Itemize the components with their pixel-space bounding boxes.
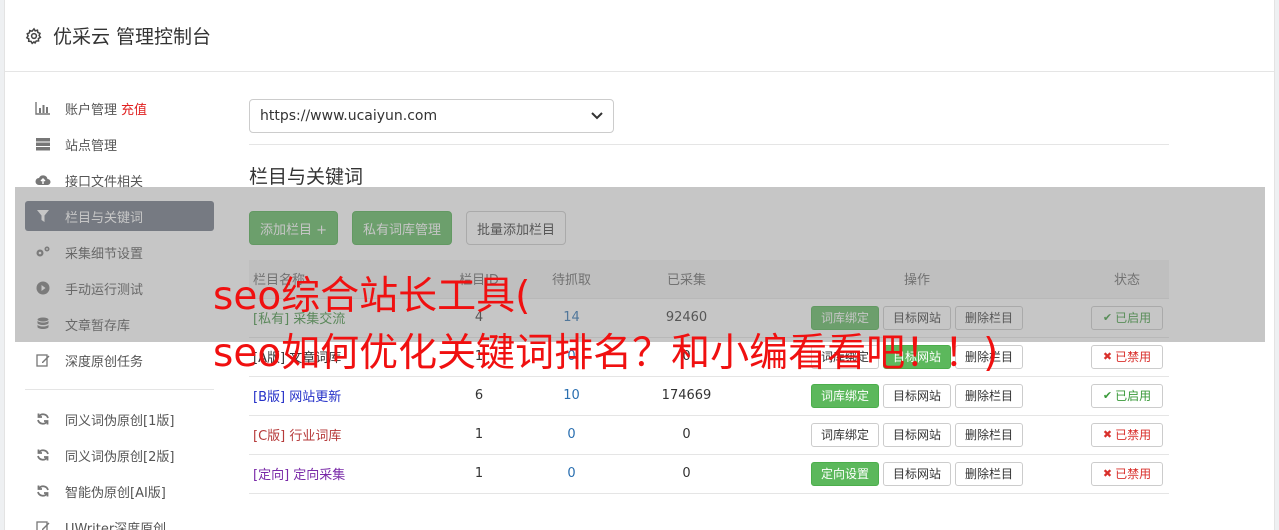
- refresh-icon: [35, 447, 51, 463]
- column-name-cell[interactable]: [定向] 定向采集: [249, 453, 439, 494]
- divider: [249, 144, 1169, 145]
- status-label: 已禁用: [1115, 350, 1152, 364]
- check-icon: ✔: [1102, 389, 1113, 402]
- bind-lexicon-button[interactable]: 词库绑定: [810, 383, 879, 408]
- column-name[interactable]: 网站更新: [289, 390, 341, 405]
- column-name-cell[interactable]: [B版] 网站更新: [249, 375, 439, 415]
- table-row: [定向] 定向采集 1 0 0 定向设置 目标网站 删除栏目 ✖ 已禁用: [249, 453, 1169, 494]
- table-row: [C版] 行业词库 1 0 0 词库绑定 目标网站 删除栏目 ✖ 已禁用: [249, 414, 1169, 454]
- target-site-button[interactable]: 目标网站: [882, 383, 951, 408]
- refresh-icon: [35, 411, 51, 427]
- row-actions: 定向设置 目标网站 删除栏目: [749, 461, 1085, 486]
- delete-column-button[interactable]: 删除栏目: [955, 383, 1024, 408]
- status-toggle[interactable]: ✖ 已禁用: [1091, 461, 1163, 486]
- sidebar-item-deep-original[interactable]: 深度原创任务: [25, 345, 214, 375]
- sidebar-item-label: 同义词伪原创[1版]: [65, 413, 175, 429]
- edit-icon: [35, 519, 51, 530]
- sidebar-item-uwriter[interactable]: UWriter深度原创: [25, 512, 214, 530]
- gear-icon: [25, 27, 42, 44]
- column-tag: [C版]: [253, 429, 286, 444]
- watermark-overlay: [15, 187, 1265, 342]
- x-icon: ✖: [1102, 350, 1113, 363]
- row-actions: 词库绑定 目标网站 删除栏目: [749, 383, 1085, 408]
- recharge-link[interactable]: 充值: [121, 99, 147, 118]
- section-title: 栏目与关键词: [249, 166, 364, 188]
- delete-column-button[interactable]: 删除栏目: [955, 461, 1024, 486]
- app-title: 优采云 管理控制台: [53, 26, 212, 48]
- sidebar-item-label: 智能伪原创[AI版]: [65, 485, 166, 501]
- target-site-button[interactable]: 目标网站: [882, 422, 951, 447]
- status-label: 已禁用: [1115, 428, 1152, 442]
- sidebar-item-label: 深度原创任务: [65, 354, 144, 370]
- sidebar-item-label: 站点管理: [65, 138, 118, 154]
- sidebar-item-account[interactable]: 账户管理 充值: [25, 93, 214, 123]
- collected-count: 0: [624, 453, 749, 494]
- x-icon: ✖: [1102, 428, 1113, 441]
- sidebar-item-label: 账户管理: [65, 102, 118, 118]
- status-toggle[interactable]: ✖ 已禁用: [1091, 344, 1163, 369]
- chevron-down-icon: [591, 112, 603, 120]
- refresh-icon: [35, 483, 51, 499]
- pending-count[interactable]: 10: [563, 388, 580, 403]
- status-toggle[interactable]: ✖ 已禁用: [1091, 422, 1163, 447]
- row-actions: 词库绑定 目标网站 删除栏目: [749, 422, 1085, 447]
- column-id: 1: [439, 414, 519, 454]
- status-label: 已启用: [1115, 389, 1152, 403]
- sidebar-item-sites[interactable]: 站点管理: [25, 129, 214, 159]
- cloud-upload-icon: [35, 172, 51, 188]
- sidebar-item-synonym-v1[interactable]: 同义词伪原创[1版]: [25, 404, 214, 434]
- collected-count: 174669: [624, 375, 749, 415]
- watermark-line-1: seo综合站长工具(: [213, 274, 531, 319]
- column-id: 6: [439, 375, 519, 415]
- app-header: 优采云 管理控制台: [5, 0, 1274, 72]
- sidebar-item-synonym-v2[interactable]: 同义词伪原创[2版]: [25, 440, 214, 470]
- column-tag: [定向]: [253, 468, 290, 483]
- server-icon: [35, 136, 51, 152]
- column-name-cell[interactable]: [C版] 行业词库: [249, 414, 439, 454]
- sidebar-item-label: 同义词伪原创[2版]: [65, 449, 175, 465]
- delete-column-button[interactable]: 删除栏目: [955, 422, 1024, 447]
- column-id: 1: [439, 453, 519, 494]
- site-select-value: https://www.ucaiyun.com: [260, 108, 438, 124]
- pending-count[interactable]: 0: [567, 427, 575, 442]
- sidebar-item-ai-rewrite[interactable]: 智能伪原创[AI版]: [25, 476, 214, 506]
- column-name[interactable]: 定向采集: [293, 468, 345, 483]
- watermark-line-2: seo如何优化关键词排名？和小编看看吧！！): [213, 331, 999, 376]
- target-site-button[interactable]: 目标网站: [882, 461, 951, 486]
- bar-chart-icon: [35, 100, 51, 116]
- pending-count[interactable]: 0: [567, 466, 575, 481]
- sidebar-item-label: UWriter深度原创: [65, 521, 167, 530]
- bind-lexicon-button[interactable]: 词库绑定: [810, 422, 879, 447]
- site-select[interactable]: https://www.ucaiyun.com: [249, 99, 614, 133]
- edit-icon: [35, 352, 51, 368]
- sidebar-divider: [25, 389, 214, 390]
- bind-lexicon-button[interactable]: 定向设置: [810, 461, 879, 486]
- column-tag: [B版]: [253, 390, 286, 405]
- table-row: [B版] 网站更新 6 10 174669 词库绑定 目标网站 删除栏目 ✔ 已启用: [249, 375, 1169, 415]
- x-icon: ✖: [1102, 467, 1113, 480]
- status-toggle[interactable]: ✔ 已启用: [1091, 383, 1163, 408]
- column-name[interactable]: 行业词库: [289, 429, 341, 444]
- status-label: 已禁用: [1115, 467, 1152, 481]
- collected-count: 0: [624, 414, 749, 454]
